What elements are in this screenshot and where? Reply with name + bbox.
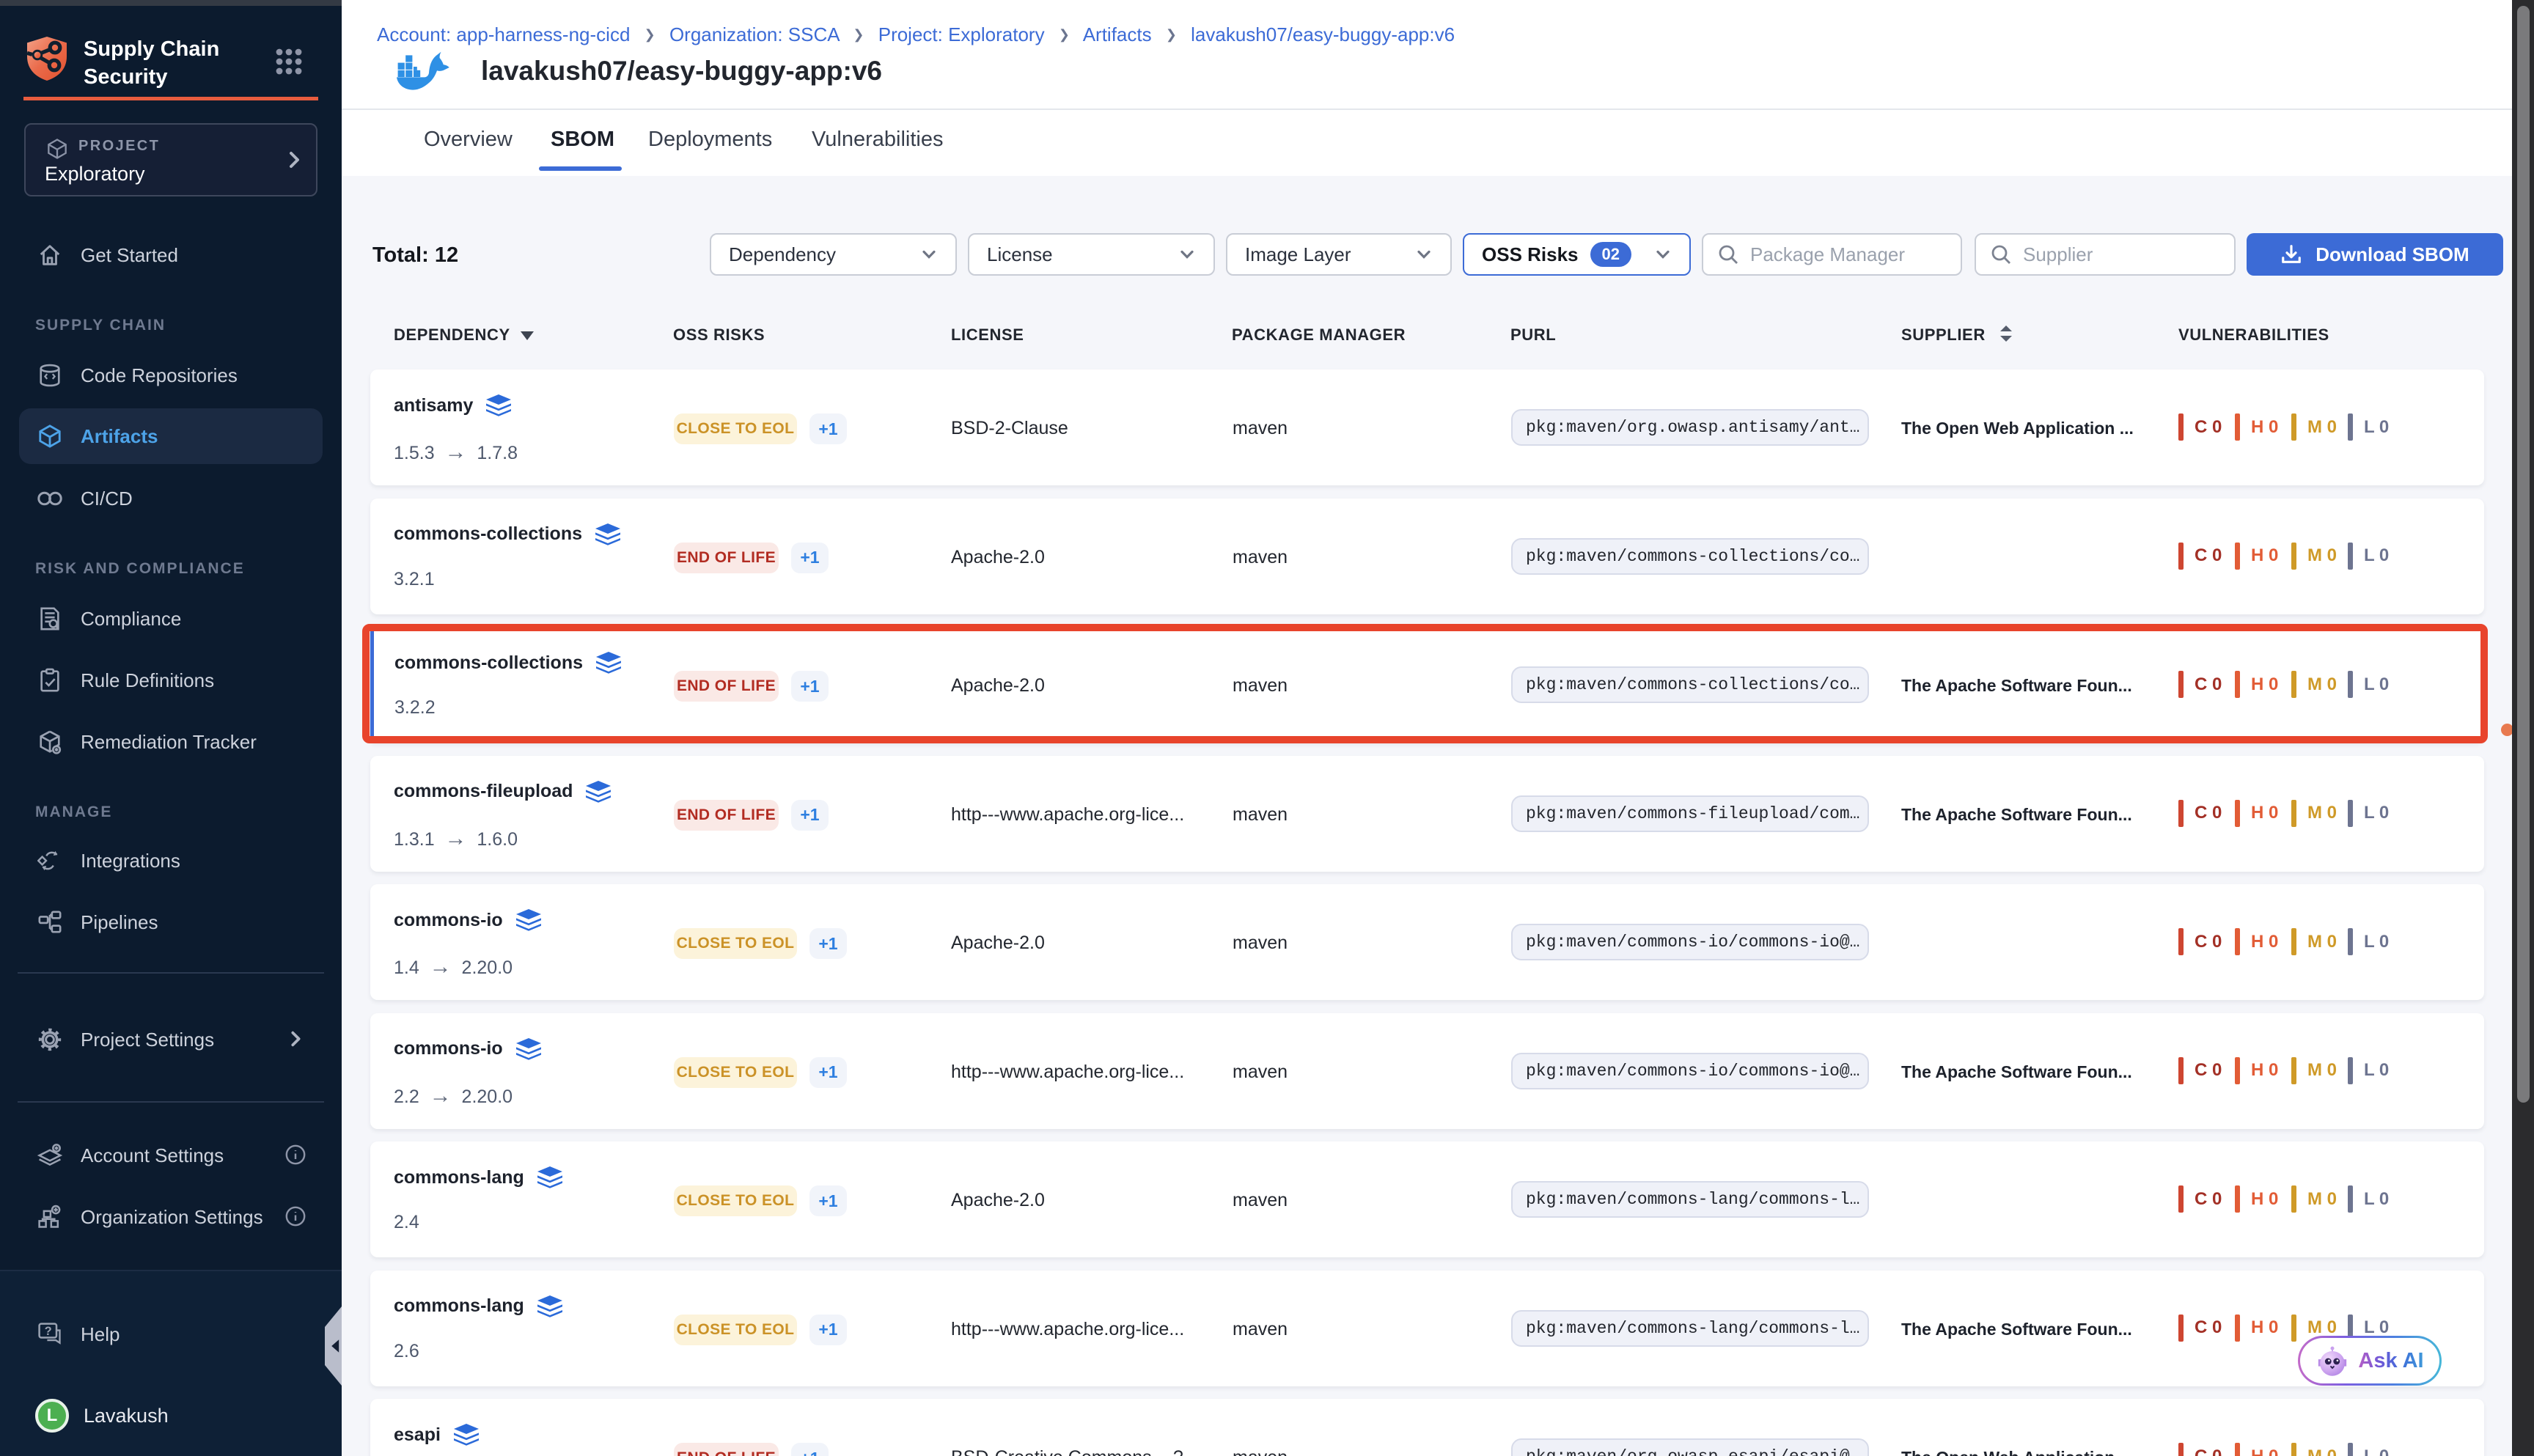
svg-text:?: ? xyxy=(45,1325,52,1338)
